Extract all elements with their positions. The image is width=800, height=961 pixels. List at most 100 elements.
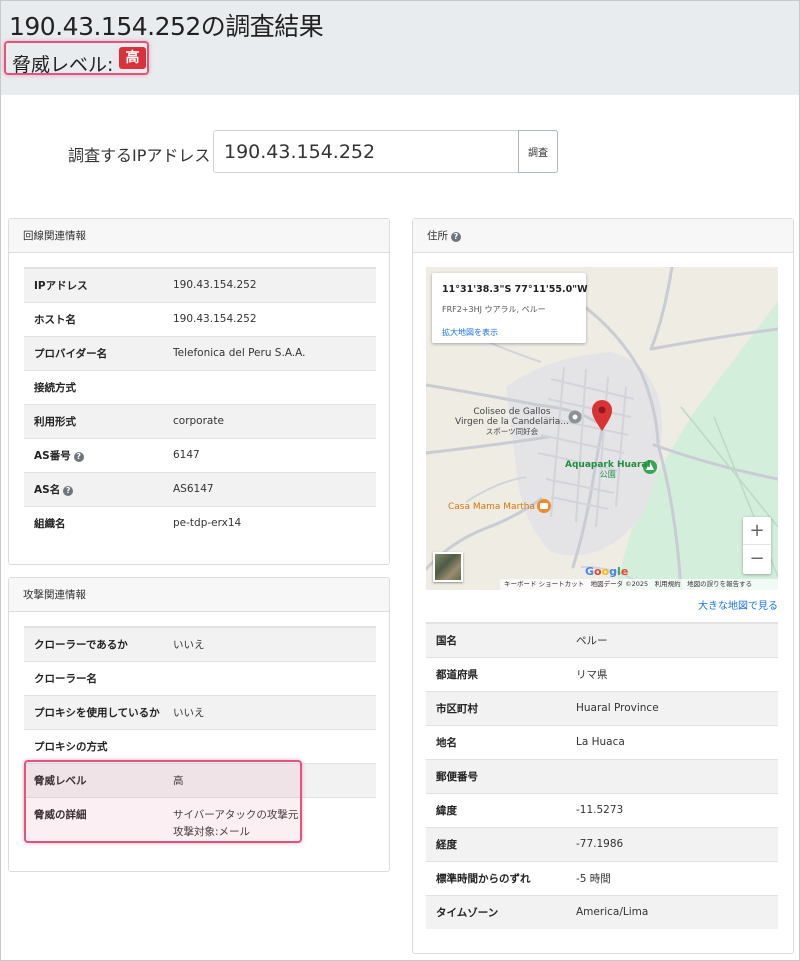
row-key: タイムゾーン	[426, 894, 566, 929]
row-key: 経度	[426, 826, 566, 861]
attack-info-panel-title: 攻撃関連情報	[9, 578, 389, 612]
map-label-line: 公園	[599, 470, 616, 479]
row-key: クローラーであるか	[24, 626, 163, 661]
table-row: クローラー名	[24, 660, 376, 695]
row-key: プロキシの方式	[24, 728, 163, 763]
zoom-in-button[interactable]: +	[743, 517, 771, 545]
table-row: 利用形式 corporate	[24, 403, 376, 438]
address-panel-title: 住所?	[413, 219, 793, 253]
map-label-line: スポーツ同好会	[485, 427, 539, 436]
row-value: 190.43.154.252	[163, 301, 376, 336]
table-row: プロキシを使用しているか いいえ	[24, 694, 376, 729]
row-value	[163, 369, 376, 404]
logo-letter: g	[609, 565, 618, 578]
table-row: クローラーであるか いいえ	[24, 626, 376, 661]
table-row: ホスト名 190.43.154.252	[24, 301, 376, 336]
row-value: Telefonica del Peru S.A.A.	[163, 335, 376, 370]
row-value: Huaral Province	[566, 690, 778, 725]
row-value: -11.5273	[566, 792, 778, 827]
map-label-line: Coliseo de Gallos	[473, 407, 551, 417]
threat-rows-highlight	[24, 760, 302, 843]
map-label-aquapark[interactable]: Aquapark Huaral 公園	[565, 460, 651, 480]
search-button[interactable]: 調査	[518, 130, 558, 173]
threat-level-highlight: 脅威レベル: 高	[4, 41, 149, 76]
table-row: プロバイダー名 Telefonica del Peru S.A.A.	[24, 335, 376, 370]
row-key: 組織名	[24, 505, 163, 540]
view-larger-map-link[interactable]: 大きな地図で見る	[698, 597, 778, 612]
map-footer-links[interactable]: キーボード ショートカット 地図データ ©2025 利用規約 地図の誤りを報告す…	[500, 579, 778, 590]
google-logo: Google	[585, 565, 628, 578]
table-row: AS番号? 6147	[24, 437, 376, 472]
restaurant-marker-icon[interactable]	[537, 499, 551, 513]
map-plus-code: FRF2+3HJ ウアラル, ペルー	[442, 305, 546, 314]
row-key: プロキシを使用しているか	[24, 694, 163, 729]
row-value: pe-tdp-erx14	[163, 505, 376, 540]
map-info-card: 11°31'38.3"S 77°11'55.0"W FRF2+3HJ ウアラル,…	[432, 273, 588, 343]
table-row: 緯度 -11.5273	[426, 792, 778, 827]
ip-input-label: 調査するIPアドレス	[68, 146, 211, 165]
row-value	[163, 660, 376, 695]
table-row: 地名 La Huaca	[426, 724, 778, 759]
satellite-toggle[interactable]	[433, 552, 463, 582]
table-row: 接続方式	[24, 369, 376, 404]
help-icon[interactable]: ?	[63, 485, 74, 496]
map-label-line: Aquapark Huaral	[565, 460, 651, 470]
map-label-casa[interactable]: Casa Mama Martha	[448, 502, 535, 512]
row-value	[566, 758, 778, 793]
row-key: 市区町村	[426, 690, 566, 725]
row-value: 6147	[163, 437, 376, 472]
table-row: 都道府県 リマ県	[426, 656, 778, 691]
threat-level-label: 脅威レベル:	[12, 54, 114, 76]
table-row: 経度 -77.1986	[426, 826, 778, 861]
address-title: 住所	[427, 230, 448, 242]
logo-letter: e	[620, 565, 629, 578]
row-key: 利用形式	[24, 403, 163, 438]
row-value: corporate	[163, 403, 376, 438]
poi-marker-icon[interactable]	[568, 410, 582, 424]
row-value: ペルー	[566, 622, 778, 657]
table-row: タイムゾーン America/Lima	[426, 894, 778, 929]
table-row: 郵便番号	[426, 758, 778, 793]
page-title: 190.43.154.252の調査結果	[9, 12, 324, 41]
address-table: 国名 ペルー 都道府県 リマ県 市区町村 Huaral Province 地名 La H…	[426, 622, 778, 929]
map-zoom-control: + −	[743, 517, 771, 574]
table-row: 組織名 pe-tdp-erx14	[24, 505, 376, 540]
map-view[interactable]: 11°31'38.3"S 77°11'55.0"W FRF2+3HJ ウアラル,…	[426, 267, 778, 590]
row-value: いいえ	[163, 694, 376, 729]
table-row: プロキシの方式	[24, 728, 376, 763]
table-row: AS名? AS6147	[24, 471, 376, 506]
enlarge-map-link[interactable]: 拡大地図を表示	[442, 327, 498, 338]
row-value: -5 時間	[566, 860, 778, 895]
row-key: AS名	[34, 483, 61, 496]
help-icon[interactable]: ?	[73, 451, 84, 462]
row-key: クローラー名	[24, 660, 163, 695]
map-coordinates: 11°31'38.3"S 77°11'55.0"W	[442, 284, 588, 295]
row-key: 都道府県	[426, 656, 566, 691]
row-value: 190.43.154.252	[163, 267, 376, 302]
row-key: 地名	[426, 724, 566, 759]
help-icon[interactable]: ?	[451, 232, 461, 242]
map-label-coliseo[interactable]: Coliseo de Gallos Virgen de la Candelari…	[455, 407, 569, 437]
table-row: IPアドレス 190.43.154.252	[24, 267, 376, 302]
row-key: 郵便番号	[426, 758, 566, 793]
map-label-line: Virgen de la Candelaria...	[455, 417, 569, 427]
row-value: -77.1986	[566, 826, 778, 861]
ip-address-input[interactable]	[213, 130, 519, 173]
table-row: 市区町村 Huaral Province	[426, 690, 778, 725]
logo-letter: o	[594, 565, 602, 578]
row-key: 緯度	[426, 792, 566, 827]
table-row: 標準時間からのずれ -5 時間	[426, 860, 778, 895]
row-key: 接続方式	[24, 369, 163, 404]
logo-letter: G	[585, 565, 595, 578]
row-key: ホスト名	[24, 301, 163, 336]
row-value	[163, 728, 376, 763]
line-info-table: IPアドレス 190.43.154.252 ホスト名 190.43.154.252 …	[24, 267, 376, 540]
row-key: 国名	[426, 622, 566, 657]
row-key: IPアドレス	[24, 267, 163, 302]
row-value: AS6147	[163, 471, 376, 506]
threat-level-badge: 高	[119, 47, 146, 69]
zoom-out-button[interactable]: −	[743, 545, 771, 573]
row-key: 標準時間からのずれ	[426, 860, 566, 895]
row-key: AS番号	[34, 449, 71, 462]
page-header: 190.43.154.252の調査結果 脅威レベル: 高	[1, 1, 799, 95]
